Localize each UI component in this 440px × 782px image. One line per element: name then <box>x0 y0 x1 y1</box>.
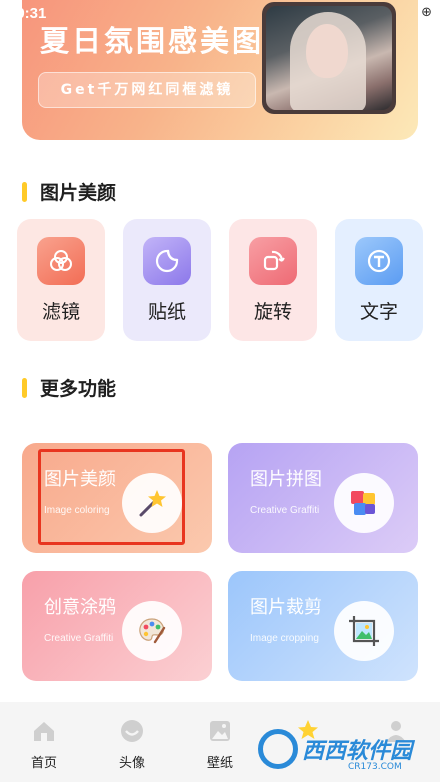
status-indicator-icon: ⊕ <box>421 5 432 20</box>
section-accent-bar <box>22 181 27 202</box>
avatar-face-icon <box>121 720 143 742</box>
section-title-more: 更多功能 <box>22 374 116 401</box>
tool-filter[interactable]: 滤镜 <box>17 219 105 341</box>
palette-brush-icon <box>122 601 182 661</box>
watermark-brand: 西西软件园 <box>302 739 413 764</box>
tab-wallpaper[interactable]: 壁纸 <box>190 702 250 782</box>
section-title-text: 更多功能 <box>40 378 117 400</box>
tab-avatar[interactable]: 头像 <box>102 702 162 782</box>
feature-title: 图片拼图 <box>250 469 322 490</box>
tab-label: 首页 <box>30 756 57 771</box>
feature-subtitle: Creative Graffiti <box>44 633 114 644</box>
wallpaper-image-icon <box>210 721 230 741</box>
crop-image-icon <box>334 601 394 661</box>
promo-banner[interactable]: 夏日氛围感美图 Get千万网红同框滤镜 <box>22 0 418 140</box>
tab-label: 头像 <box>118 756 145 771</box>
feature-creative-graffiti[interactable]: 创意涂鸦 Creative Graffiti <box>22 571 212 681</box>
text-t-icon <box>355 237 403 285</box>
rotate-icon <box>249 237 297 285</box>
tool-label: 旋转 <box>253 301 292 323</box>
banner-portrait-photo <box>266 6 392 110</box>
home-icon <box>34 722 54 741</box>
section-accent-bar <box>22 377 27 398</box>
banner-title: 夏日氛围感美图 <box>40 24 265 58</box>
tab-label: 壁纸 <box>206 756 233 771</box>
status-time: 10:31 <box>8 5 47 22</box>
feature-subtitle: Image cropping <box>250 633 319 644</box>
watermark-url: CR173.COM <box>348 762 402 772</box>
tab-home[interactable]: 首页 <box>14 702 74 782</box>
puzzle-icon <box>334 473 394 533</box>
banner-subtitle: Get千万网红同框滤镜 <box>38 72 256 108</box>
watermark-logo-icon <box>258 729 298 769</box>
feature-title: 图片裁剪 <box>250 597 322 618</box>
banner-photo-frame <box>262 2 396 114</box>
tool-label: 文字 <box>359 301 398 323</box>
tool-sticker[interactable]: 贴纸 <box>123 219 211 341</box>
filter-circles-icon <box>37 237 85 285</box>
site-watermark: 西西软件园 CR173.COM <box>258 722 436 776</box>
feature-title: 创意涂鸦 <box>44 597 116 618</box>
section-title-beauty: 图片美颜 <box>22 178 116 205</box>
feature-subtitle: Creative Graffiti <box>250 505 320 516</box>
tool-label: 滤镜 <box>41 301 80 323</box>
feature-image-puzzle[interactable]: 图片拼图 Creative Graffiti <box>228 443 418 553</box>
tool-rotate[interactable]: 旋转 <box>229 219 317 341</box>
tool-text[interactable]: 文字 <box>335 219 423 341</box>
selection-highlight <box>38 449 185 545</box>
section-title-text: 图片美颜 <box>40 182 117 204</box>
app-screen: 10:31 ⊕ 夏日氛围感美图 Get千万网红同框滤镜 图片美颜 滤镜 贴纸 旋… <box>0 0 440 782</box>
feature-image-crop[interactable]: 图片裁剪 Image cropping <box>228 571 418 681</box>
sticker-icon <box>143 237 191 285</box>
tool-label: 贴纸 <box>147 301 186 323</box>
